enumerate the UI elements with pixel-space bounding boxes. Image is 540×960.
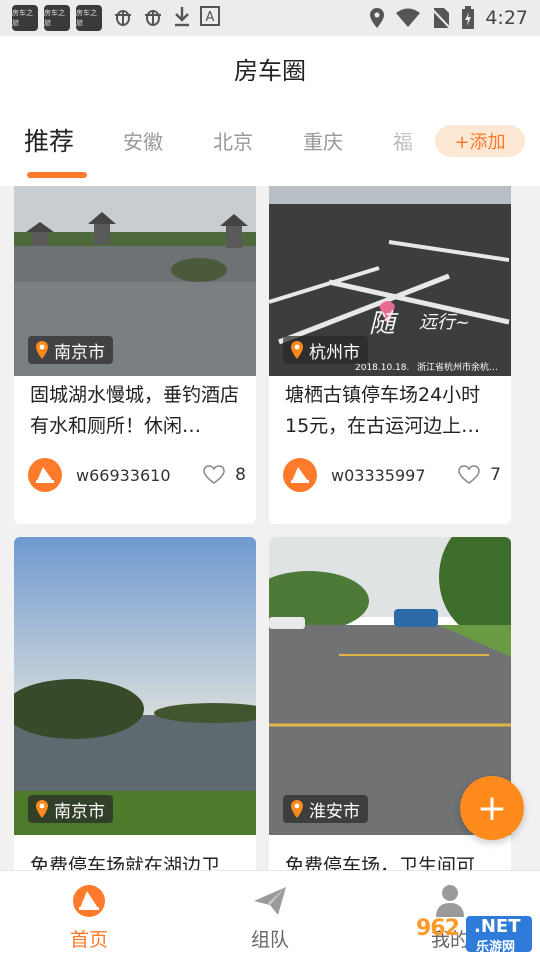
add-tab-button[interactable]: +添加 bbox=[435, 125, 525, 157]
app-notification-icon: 房车之旅 bbox=[44, 5, 70, 31]
location-tag: 淮安市 bbox=[283, 795, 368, 823]
location-icon bbox=[370, 8, 385, 28]
app-notification-icon: 房车之旅 bbox=[76, 5, 102, 31]
home-icon bbox=[73, 885, 105, 917]
watermark-sub: 乐游网 bbox=[476, 940, 516, 955]
like-count: 7 bbox=[490, 465, 501, 485]
location-pin-icon bbox=[36, 341, 48, 359]
username[interactable]: w03335997 bbox=[331, 466, 426, 485]
tab-recommended[interactable]: 推荐 bbox=[24, 122, 74, 158]
post-author: w66933610 8 bbox=[28, 458, 246, 492]
tab-anhui[interactable]: 安徽 bbox=[123, 126, 163, 155]
app-notification-icon: 房车之旅 bbox=[12, 5, 38, 31]
post-card[interactable]: 南京市 免费停车场就在湖边卫 bbox=[14, 537, 256, 870]
heart-icon bbox=[458, 465, 480, 484]
bug-icon bbox=[142, 5, 164, 32]
site-watermark: 962 .NET 乐游网 bbox=[404, 914, 534, 955]
title-bar: 房车圈 bbox=[0, 36, 540, 100]
like-button[interactable]: 7 bbox=[458, 465, 501, 485]
avatar[interactable] bbox=[28, 458, 62, 492]
nav-team[interactable]: 组队 bbox=[225, 883, 315, 952]
handwritten-text: 远行~ bbox=[419, 312, 470, 333]
heart-icon bbox=[203, 465, 225, 484]
category-tabs: 推荐 安徽 北京 重庆 福 +添加 bbox=[0, 100, 540, 186]
download-icon bbox=[172, 5, 192, 32]
wifi-icon bbox=[396, 8, 421, 27]
tab-beijing[interactable]: 北京 bbox=[213, 126, 253, 155]
clock: 4:27 bbox=[485, 7, 528, 29]
handwritten-text: 随 bbox=[369, 309, 399, 339]
tab-chongqing[interactable]: 重庆 bbox=[303, 126, 343, 155]
nav-home-label: 首页 bbox=[69, 929, 108, 951]
active-tab-indicator bbox=[27, 172, 87, 178]
watermark-net: .NET bbox=[474, 916, 521, 937]
create-post-button[interactable]: + bbox=[460, 776, 524, 840]
location-tag: 南京市 bbox=[28, 336, 113, 364]
post-author: w03335997 7 bbox=[283, 458, 501, 492]
post-title[interactable]: 免费停车场就在湖边卫 bbox=[30, 851, 246, 870]
page-title: 房车圈 bbox=[234, 56, 306, 85]
location-pin-icon bbox=[291, 800, 303, 818]
username[interactable]: w66933610 bbox=[76, 466, 171, 485]
no-sim-icon bbox=[431, 8, 452, 29]
post-title[interactable]: 塘栖古镇停车场24小时15元，在古运河边上… bbox=[285, 380, 501, 442]
location-pin-icon bbox=[36, 800, 48, 818]
location-pin-icon bbox=[291, 341, 303, 359]
post-card[interactable]: 随 远行~ 2018.10.18. 浙江省杭州市余杭… 杭州市 塘栖古镇停车场2… bbox=[269, 186, 511, 524]
photo-stamp-caption: 浙江省杭州市余杭… bbox=[417, 361, 498, 373]
location-tag: 杭州市 bbox=[283, 336, 368, 364]
photo-stamp-date: 2018.10.18. bbox=[355, 363, 409, 373]
avatar[interactable] bbox=[283, 458, 317, 492]
bug-icon bbox=[112, 5, 134, 32]
location-name: 淮安市 bbox=[309, 801, 360, 822]
post-photo-lakeside bbox=[14, 537, 256, 835]
status-bar: 房车之旅 房车之旅 房车之旅 A 4:27 bbox=[0, 0, 540, 36]
status-right: 4:27 bbox=[369, 6, 528, 30]
like-button[interactable]: 8 bbox=[203, 465, 246, 485]
post-feed[interactable]: 南京市 固城湖水慢城，垂钓酒店有水和厕所！休闲… w66933610 8 随 远… bbox=[0, 186, 540, 870]
location-name: 南京市 bbox=[54, 801, 105, 822]
paper-plane-icon bbox=[254, 887, 286, 915]
like-count: 8 bbox=[235, 465, 246, 485]
post-title[interactable]: 免费停车场，卫生间可 bbox=[285, 851, 501, 870]
nav-home[interactable]: 首页 bbox=[44, 883, 134, 952]
a-icon: A bbox=[200, 5, 220, 31]
tab-fade bbox=[380, 110, 440, 170]
battery-icon bbox=[462, 6, 475, 29]
post-title[interactable]: 固城湖水慢城，垂钓酒店有水和厕所！休闲… bbox=[30, 380, 246, 442]
svg-text:A: A bbox=[206, 10, 215, 25]
nav-team-label: 组队 bbox=[250, 929, 289, 951]
location-tag: 南京市 bbox=[28, 795, 113, 823]
watermark-text: 962 bbox=[416, 916, 460, 941]
location-name: 南京市 bbox=[54, 342, 105, 363]
post-card[interactable]: 南京市 固城湖水慢城，垂钓酒店有水和厕所！休闲… w66933610 8 bbox=[14, 186, 256, 524]
location-name: 杭州市 bbox=[309, 342, 360, 363]
